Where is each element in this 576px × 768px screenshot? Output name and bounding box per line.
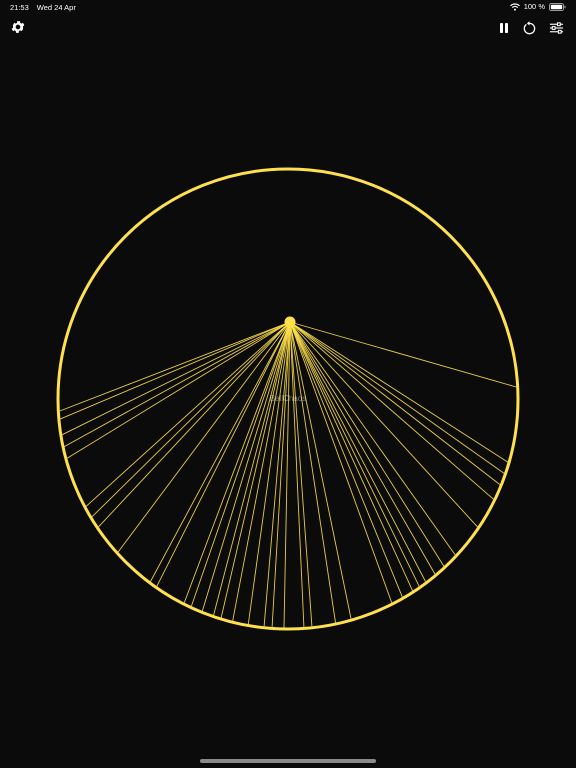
ball bbox=[284, 316, 296, 328]
ray-line bbox=[183, 321, 291, 603]
ray-line bbox=[289, 321, 501, 485]
ray-line bbox=[289, 321, 445, 567]
ray-line bbox=[62, 321, 291, 436]
ray-line bbox=[289, 321, 413, 591]
ray-line bbox=[289, 321, 352, 619]
ray-line bbox=[289, 321, 456, 556]
simulation-canvas bbox=[56, 167, 520, 631]
ray-line bbox=[289, 321, 494, 500]
ray-line bbox=[289, 321, 436, 575]
ray-line bbox=[263, 321, 291, 627]
home-indicator bbox=[200, 759, 376, 763]
ray-line bbox=[289, 321, 517, 388]
ray-line bbox=[289, 321, 426, 582]
ray-line bbox=[213, 321, 291, 616]
ray-line bbox=[289, 321, 420, 587]
app-watermark: BallChaos bbox=[269, 394, 307, 403]
ray-line bbox=[67, 321, 291, 459]
ray-line bbox=[98, 321, 291, 528]
ray-line bbox=[156, 321, 291, 587]
ray-line bbox=[117, 321, 291, 553]
ray-line bbox=[190, 321, 291, 607]
ray-group bbox=[59, 321, 517, 628]
ray-line bbox=[289, 321, 393, 603]
ray-line bbox=[85, 321, 291, 507]
ray-line bbox=[60, 321, 291, 420]
